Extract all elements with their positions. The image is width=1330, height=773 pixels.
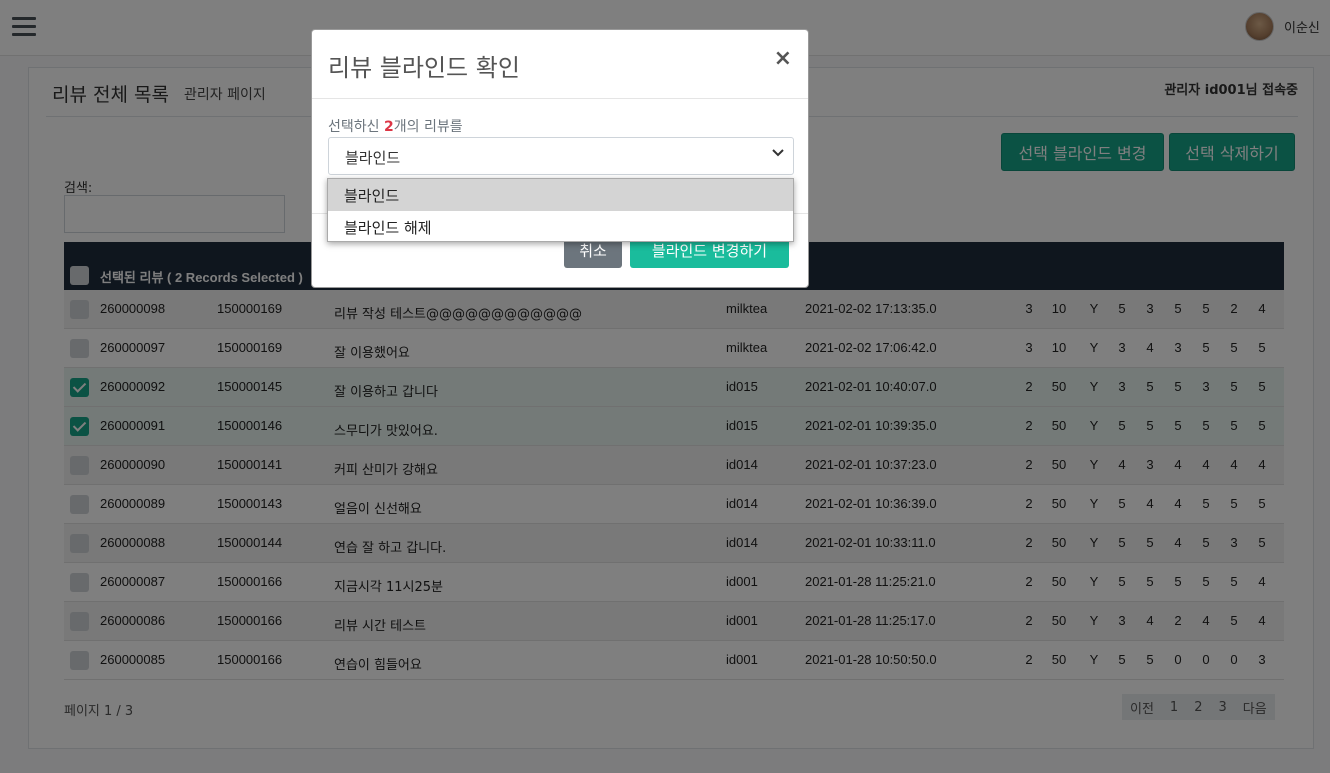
option-blind[interactable]: 블라인드 bbox=[328, 179, 793, 211]
divider bbox=[312, 98, 808, 99]
message-prefix: 선택하신 bbox=[328, 119, 384, 135]
selected-count: 2 bbox=[383, 119, 394, 135]
message-suffix: 개의 리뷰를 bbox=[393, 119, 463, 135]
blind-confirm-modal: 리뷰 블라인드 확인 × 선택하신 2개의 리뷰를 블라인드 취소 블라인드 변… bbox=[311, 29, 809, 288]
blind-status-select[interactable]: 블라인드 bbox=[328, 137, 794, 175]
option-unblind[interactable]: 블라인드 해제 bbox=[328, 211, 793, 243]
modal-title: 리뷰 블라인드 확인 bbox=[328, 54, 520, 82]
chevron-down-icon bbox=[771, 145, 785, 163]
modal-message: 선택하신 2개의 리뷰를 bbox=[328, 116, 463, 136]
blind-status-dropdown: 블라인드 블라인드 해제 bbox=[327, 178, 794, 242]
select-value: 블라인드 bbox=[345, 149, 401, 167]
close-icon[interactable]: × bbox=[774, 46, 792, 71]
